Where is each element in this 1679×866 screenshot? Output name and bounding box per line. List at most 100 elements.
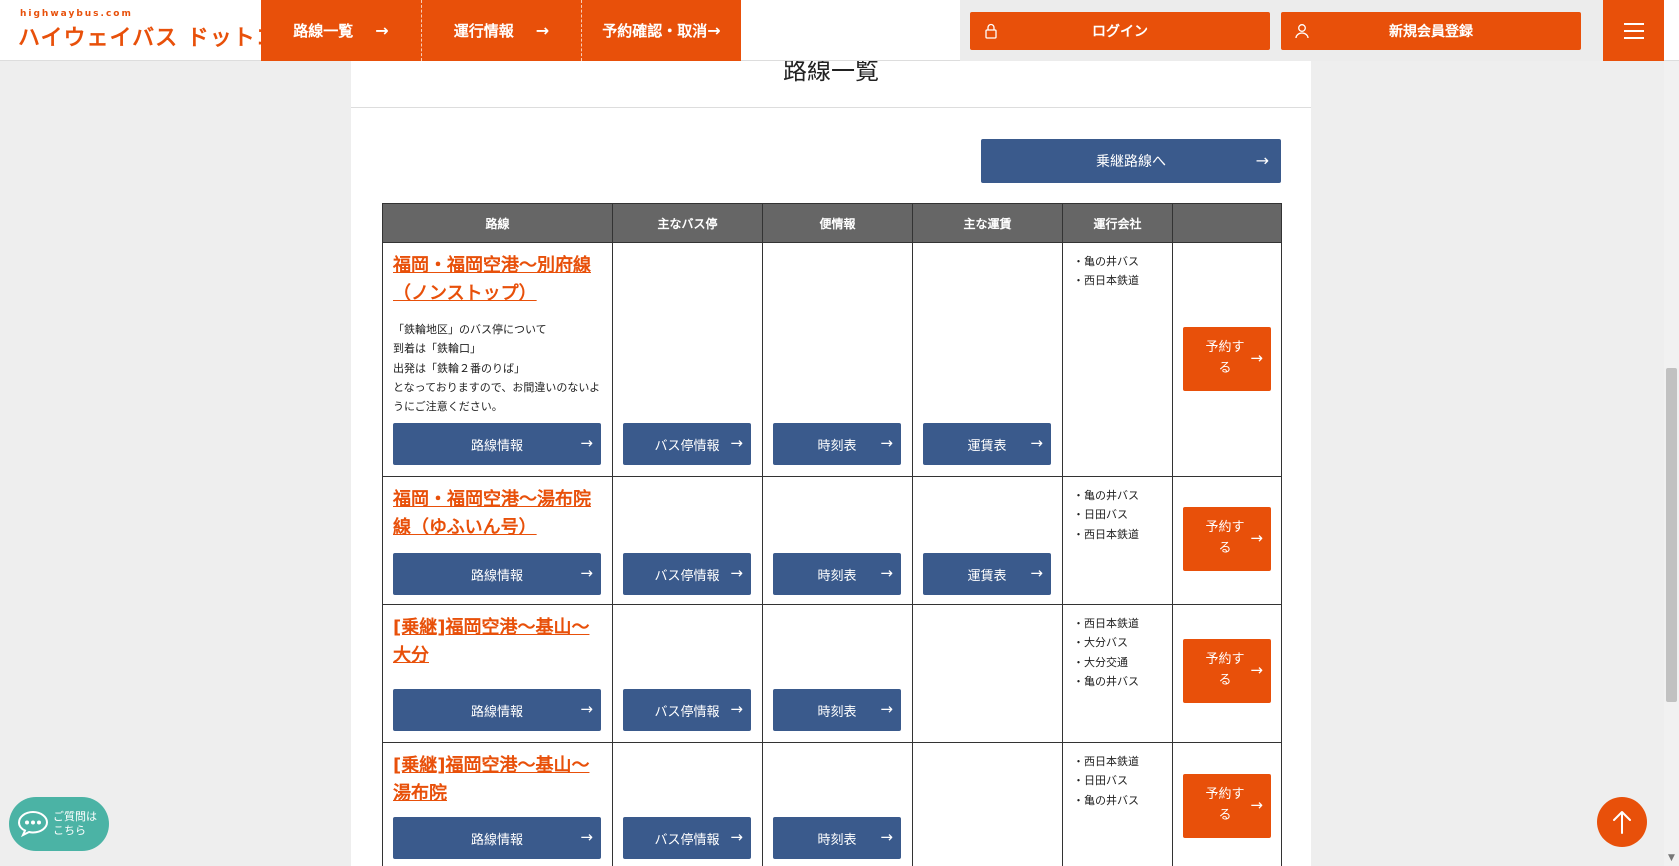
stops-cell: バス停情報 →: [612, 476, 763, 605]
operator-list: ・西日本鉄道 ・大分バス ・大分交通 ・亀の井バス: [1063, 605, 1172, 691]
arrow-right-icon: →: [1250, 661, 1263, 679]
arrow-right-icon: →: [1250, 529, 1263, 547]
nav-reservation-check[interactable]: 予約確認・取消 →: [581, 0, 741, 61]
operators-cell: ・亀の井バス ・日田バス ・西日本鉄道: [1062, 476, 1173, 605]
route-cell: [乗継]福岡空港～基山～大分 路線情報 →: [382, 604, 613, 743]
transfer-routes-button[interactable]: 乗継路線へ →: [981, 139, 1281, 183]
route-info-button[interactable]: 路線情報 →: [393, 553, 601, 595]
stops-cell: バス停情報 →: [612, 742, 763, 866]
bus-stop-info-button[interactable]: バス停情報 →: [623, 423, 751, 465]
route-name-link[interactable]: 福岡・福岡空港～湯布院線（ゆふいん号）: [383, 477, 612, 542]
arrow-up-icon: [1613, 811, 1631, 834]
fares-cell: [912, 742, 1063, 866]
route-name-link[interactable]: 福岡・福岡空港～別府線（ノンストップ）: [383, 243, 612, 308]
arrow-right-icon: →: [1030, 434, 1043, 452]
arrow-right-icon: →: [1030, 564, 1043, 582]
route-name-link[interactable]: [乗継]福岡空港～基山～湯布院: [383, 743, 612, 808]
col-header-fares: 主な運賃: [912, 203, 1063, 243]
reserve-button[interactable]: 予約する →: [1183, 327, 1271, 391]
fare-table-label: 運賃表: [967, 438, 1007, 454]
operator-item: ・西日本鉄道: [1073, 617, 1139, 630]
page-title: 路線一覧: [351, 59, 1311, 108]
route-info-label: 路線情報: [470, 832, 523, 848]
chat-label: ご質問は こちら: [53, 810, 97, 838]
timetable-label: 時刻表: [817, 438, 857, 454]
arrow-right-icon: →: [1255, 151, 1269, 170]
chat-label-line-1: ご質問は: [53, 810, 97, 823]
operators-cell: ・西日本鉄道 ・大分バス ・大分交通 ・亀の井バス: [1062, 604, 1173, 743]
main-panel: 路線一覧 乗継路線へ → 路線 主なバス停 便情報 主な運賃 運行会社 福岡・福…: [351, 59, 1311, 866]
route-info-button[interactable]: 路線情報 →: [393, 689, 601, 731]
logo-domain-text: highwaybus.com: [20, 9, 133, 19]
logo-main-text: ハイウェイバス ドットコム: [18, 26, 302, 51]
transfer-routes-label: 乗継路線へ: [1096, 154, 1166, 170]
arrow-right-icon: →: [880, 564, 893, 582]
trips-cell: 時刻表 →: [762, 604, 913, 743]
route-info-button[interactable]: 路線情報 →: [393, 817, 601, 859]
timetable-button[interactable]: 時刻表 →: [773, 553, 901, 595]
page-scrollbar[interactable]: ▲ ▼: [1664, 0, 1679, 866]
table-row: [乗継]福岡空港～基山～湯布院 路線情報 → バス停情報 → 時刻表 → ・西日…: [382, 742, 1282, 866]
timetable-button[interactable]: 時刻表 →: [773, 817, 901, 859]
col-header-stops: 主なバス停: [612, 203, 763, 243]
site-logo[interactable]: highwaybus.com ハイウェイバス ドットコム: [18, 9, 301, 53]
operator-item: ・西日本鉄道: [1073, 274, 1139, 288]
fare-table-button[interactable]: 運賃表 →: [923, 553, 1051, 595]
arrow-right-icon: →: [707, 21, 721, 40]
route-table: 路線 主なバス停 便情報 主な運賃 運行会社 福岡・福岡空港～別府線（ノンストッ…: [382, 203, 1282, 866]
route-cell: 福岡・福岡空港～別府線（ノンストップ） 「鉄輪地区」のバス停について 到着は「鉄…: [382, 242, 613, 477]
arrow-right-icon: →: [580, 828, 593, 846]
operator-item: ・西日本鉄道: [1073, 527, 1139, 541]
scroll-down-icon[interactable]: ▼: [1664, 851, 1679, 866]
route-name-link[interactable]: [乗継]福岡空港～基山～大分: [383, 605, 612, 670]
bus-stop-info-button[interactable]: バス停情報 →: [623, 817, 751, 859]
bus-stop-info-label: バス停情報: [654, 568, 720, 584]
faq-chat-button[interactable]: ご質問は こちら: [9, 797, 109, 851]
operator-item: ・大分交通: [1073, 655, 1128, 669]
arrow-right-icon: →: [730, 564, 743, 582]
login-button[interactable]: ログイン: [970, 12, 1270, 50]
stops-cell: バス停情報 →: [612, 604, 763, 743]
bus-stop-info-button[interactable]: バス停情報 →: [623, 689, 751, 731]
arrow-right-icon: →: [730, 700, 743, 718]
operator-list: ・亀の井バス ・日田バス ・西日本鉄道: [1063, 477, 1172, 544]
table-row: 福岡・福岡空港～湯布院線（ゆふいん号） 路線情報 → バス停情報 → 時刻表 →…: [382, 476, 1282, 605]
nav-route-list[interactable]: 路線一覧 →: [261, 0, 421, 61]
table-row: [乗継]福岡空港～基山～大分 路線情報 → バス停情報 → 時刻表 → ・西日本…: [382, 604, 1282, 743]
hamburger-menu-button[interactable]: [1603, 0, 1664, 61]
operators-cell: ・西日本鉄道 ・日田バス ・亀の井バス: [1062, 742, 1173, 866]
operator-item: ・日田バス: [1073, 774, 1128, 788]
operator-item: ・日田バス: [1073, 508, 1128, 522]
timetable-button[interactable]: 時刻表 →: [773, 423, 901, 465]
register-label: 新規会員登録: [1389, 24, 1473, 40]
reserve-button[interactable]: 予約する →: [1183, 774, 1271, 838]
col-header-reserve: [1172, 203, 1282, 243]
arrow-right-icon: →: [880, 828, 893, 846]
route-info-label: 路線情報: [470, 438, 523, 454]
operator-item: ・亀の井バス: [1073, 793, 1139, 807]
operator-item: ・亀の井バス: [1073, 489, 1139, 502]
arrow-right-icon: →: [580, 434, 593, 452]
nav-route-list-label: 路線一覧: [293, 22, 354, 40]
fare-table-button[interactable]: 運賃表 →: [923, 423, 1051, 465]
timetable-label: 時刻表: [817, 568, 857, 584]
reserve-label: 予約する: [1205, 652, 1245, 688]
timetable-button[interactable]: 時刻表 →: [773, 689, 901, 731]
route-info-label: 路線情報: [470, 568, 523, 584]
lock-icon: [985, 23, 997, 39]
route-info-label: 路線情報: [470, 704, 523, 720]
main-nav: 路線一覧 → 運行情報 → 予約確認・取消 →: [261, 0, 741, 61]
bus-stop-info-button[interactable]: バス停情報 →: [623, 553, 751, 595]
reserve-button[interactable]: 予約する →: [1183, 507, 1271, 571]
operator-list: ・亀の井バス ・西日本鉄道: [1063, 243, 1172, 291]
col-header-trips: 便情報: [762, 203, 913, 243]
route-info-button[interactable]: 路線情報 →: [393, 423, 601, 465]
reserve-button[interactable]: 予約する →: [1183, 639, 1271, 703]
nav-service-info[interactable]: 運行情報 →: [421, 0, 581, 61]
login-label: ログイン: [1092, 24, 1148, 40]
operator-item: ・亀の井バス: [1073, 674, 1139, 688]
scroll-thumb[interactable]: [1666, 368, 1677, 702]
register-button[interactable]: 新規会員登録: [1281, 12, 1581, 50]
trips-cell: 時刻表 →: [762, 476, 913, 605]
back-to-top-button[interactable]: [1597, 797, 1647, 847]
